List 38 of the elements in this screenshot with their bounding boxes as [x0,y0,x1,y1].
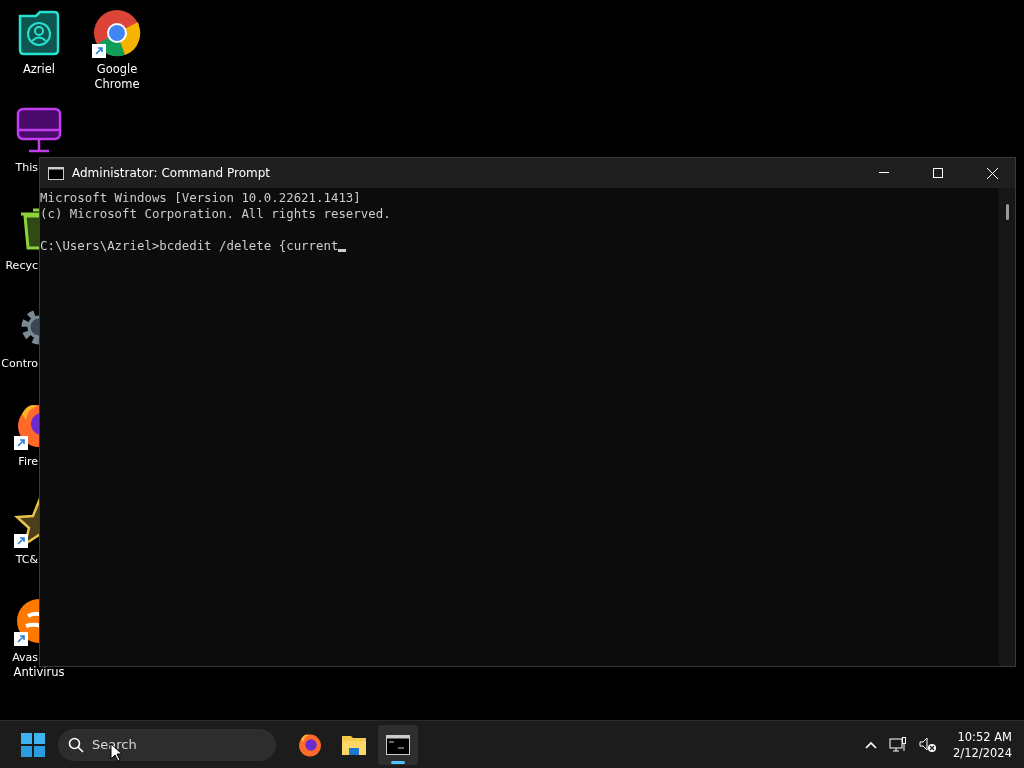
clock[interactable]: 10:52 AM 2/12/2024 [953,728,1012,761]
console-line: Microsoft Windows [Version 10.0.22621.1413] [40,190,361,206]
shortcut-arrow-icon [14,632,28,646]
chevron-up-icon [865,740,878,749]
minimize-icon [879,172,889,174]
recycle-bin-icon [19,208,39,250]
date-text: 2/12/2024 [953,744,1012,761]
chrome-icon [92,8,142,58]
icon-label: Azriel [22,62,56,77]
icon-label: This [14,160,38,175]
icon-label: TC& [14,552,38,567]
network-icon [889,736,908,753]
icon-label: Google [96,62,138,77]
taskbar-app-button[interactable] [378,724,418,765]
scrollbar[interactable] [999,188,1015,666]
icon-label: Antivirus [13,665,65,680]
search-icon [68,736,84,753]
command-prompt-icon [48,166,64,180]
icon-label: Avas [11,650,38,665]
shortcut-arrow-icon [14,534,28,548]
icon-label: Contro [0,356,38,371]
muted-speaker-icon [919,736,938,753]
maximize-icon [933,168,943,178]
scroll-thumb[interactable] [1005,204,1009,220]
close-icon [986,167,998,179]
windows-logo-icon [21,732,45,757]
icon-label: Chrome [94,77,140,92]
icon-label: Recyc [4,258,38,273]
console-line: (c) Microsoft Corporation. All rights reserved. [40,206,391,222]
console-line: C:\Users\Azriel>bcdedit /delete {current [40,238,339,254]
command-prompt-icon [386,734,410,755]
search-field[interactable]: Search [58,728,276,761]
time-text: 10:52 AM [957,728,1012,745]
shortcut-arrow-icon [92,44,106,58]
icon-label: Fire [17,454,38,469]
shortcut-arrow-icon [14,436,28,450]
window-title: Administrator: Command Prompt [72,166,271,180]
gear-icon [21,309,39,345]
